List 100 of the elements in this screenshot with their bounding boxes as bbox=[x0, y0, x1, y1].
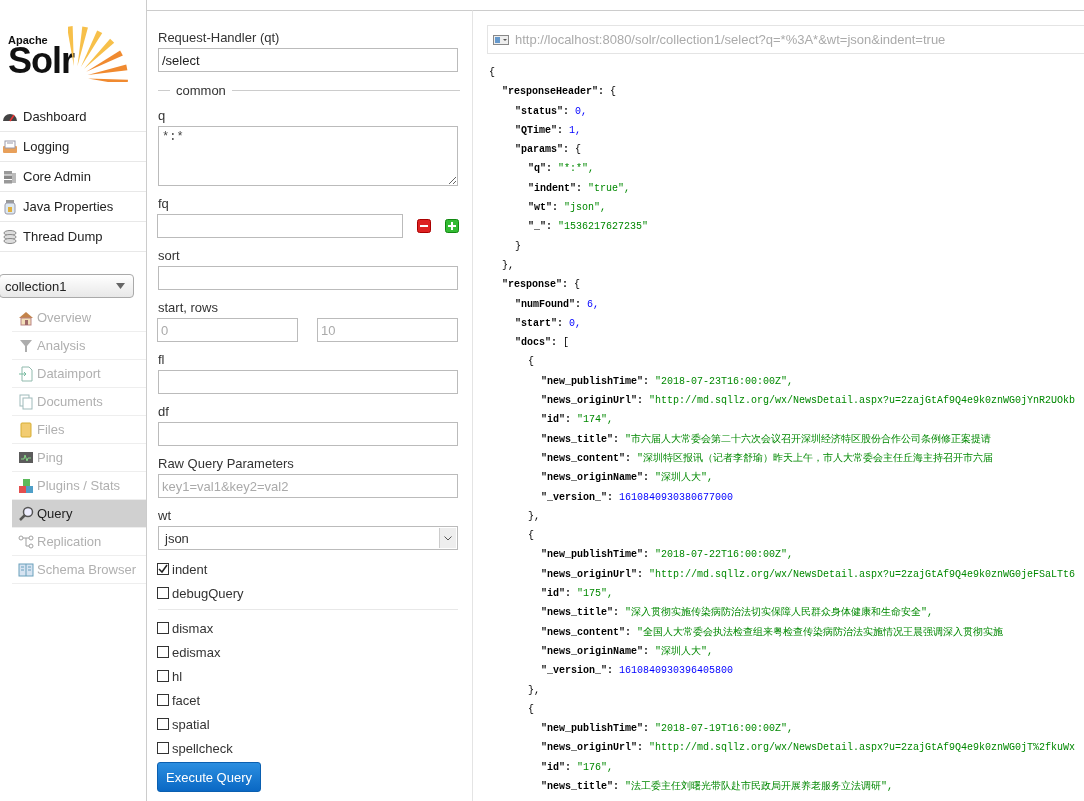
request-url: http://localhost:8080/solr/collection1/select?q=*%3A*&wt=json&indent=true bbox=[515, 32, 946, 47]
checkbox[interactable] bbox=[157, 694, 169, 706]
json-line: "news_originName": "深圳人大", bbox=[540, 470, 715, 486]
nav-link[interactable]: Logging bbox=[0, 132, 146, 162]
menu-label: Ping bbox=[37, 450, 64, 465]
field-label: df bbox=[158, 404, 170, 419]
server-icon bbox=[2, 168, 18, 185]
house-icon bbox=[18, 309, 34, 326]
json-line: { bbox=[489, 66, 496, 80]
jar-icon bbox=[2, 198, 18, 215]
minus-icon[interactable] bbox=[417, 219, 431, 233]
menu-label: Overview bbox=[37, 310, 92, 325]
input-field[interactable] bbox=[158, 422, 458, 446]
nav-label: Dashboard bbox=[23, 109, 87, 124]
logo-subtitle: Apache bbox=[8, 34, 49, 46]
json-line: }, bbox=[501, 258, 515, 273]
window-icon bbox=[493, 34, 509, 45]
format-select[interactable]: json bbox=[158, 526, 458, 550]
nav-link[interactable]: Java Properties bbox=[0, 192, 146, 222]
checkbox-label: debugQuery bbox=[172, 585, 244, 601]
nav-link[interactable]: Thread Dump bbox=[0, 222, 146, 252]
input-field[interactable] bbox=[158, 266, 458, 290]
json-line: { bbox=[527, 702, 535, 717]
json-line: } bbox=[514, 239, 522, 254]
json-line: "news_title": "法工委主任刘曙光带队赴市民政局开展养老服务立法调研", bbox=[540, 779, 895, 794]
plus-icon[interactable] bbox=[445, 219, 459, 233]
json-line: "params": { bbox=[514, 143, 583, 158]
checkbox-label: hl bbox=[172, 668, 183, 684]
json-line: "news_content": "全国人大常委会执法检查组来粤检查传染病防治法实施情况王晨强调深入贯彻实施 bbox=[540, 625, 1005, 640]
input-field[interactable] bbox=[157, 214, 403, 238]
nav-label: Thread Dump bbox=[23, 229, 103, 244]
json-line: "id": "176", bbox=[540, 760, 615, 775]
checkbox-label: edismax bbox=[172, 644, 221, 660]
menu-label: Analysis bbox=[37, 338, 86, 353]
json-line: { bbox=[527, 355, 535, 370]
funnel-icon bbox=[18, 337, 34, 354]
checkbox[interactable] bbox=[157, 622, 169, 634]
field-label: q bbox=[158, 108, 167, 123]
json-line: "news_title": "市六届人大常委会第二十六次会议召开深圳经济特区股份合作公司条例修正案提请 bbox=[540, 432, 993, 447]
documents-icon bbox=[18, 393, 34, 410]
json-line: "_": "1536217627235" bbox=[527, 220, 650, 235]
field-label: fl bbox=[158, 352, 166, 367]
checkbox[interactable] bbox=[157, 742, 169, 754]
json-line: "news_originName": "深圳人大", bbox=[540, 644, 715, 659]
checkbox-label: facet bbox=[172, 692, 201, 708]
input-field[interactable]: /select bbox=[158, 48, 458, 72]
json-line: "news_content": "深圳特区报讯（记者李舒瑜）昨天上午，市人大常委会主任丘海主持召开市六届 bbox=[540, 451, 995, 466]
json-line: "news_title": "深入贯彻实施传染病防治法切实保障人民群众身体健康和生命安全", bbox=[540, 605, 935, 621]
book-icon bbox=[18, 561, 34, 578]
json-line: "id": "175", bbox=[540, 587, 615, 601]
json-line: "news_originUrl": "http://md.sqllz.org/wx/NewsDetail.aspx?u=2zajGtAf9Q4e9k0znWG0jeFSaLTt6 bbox=[540, 567, 1077, 582]
core-menu-item[interactable]: Query bbox=[12, 500, 146, 528]
json-line: "id": "174", bbox=[540, 413, 615, 428]
input-field[interactable]: 0 bbox=[157, 318, 298, 342]
query-textarea[interactable]: *:* bbox=[158, 126, 458, 186]
chevron-icon bbox=[444, 535, 452, 541]
menu-label: Query bbox=[37, 506, 73, 521]
checkbox-label: dismax bbox=[172, 620, 214, 636]
json-line: "docs": [ bbox=[514, 336, 571, 351]
field-label: wt bbox=[158, 508, 172, 523]
request-url-bar[interactable]: http://localhost:8080/solr/collection1/select?q=*%3A*&wt=json&indent=true bbox=[487, 25, 1084, 54]
checkbox-label: spellcheck bbox=[172, 740, 233, 756]
menu-label: Documents bbox=[37, 394, 103, 409]
json-line: "new_publishTime": "2018-07-22T16:00:00Z", bbox=[540, 548, 795, 563]
input-field[interactable] bbox=[158, 370, 458, 394]
check-icon bbox=[158, 564, 168, 574]
logo-title: Solr bbox=[8, 46, 74, 76]
json-line: "_version_": 1610840930380677000 bbox=[540, 490, 735, 505]
json-line: "numFound": 6, bbox=[514, 297, 601, 312]
menu-label: Plugins / Stats bbox=[37, 478, 121, 493]
core-selector[interactable]: collection1 bbox=[0, 274, 134, 298]
execute-query-button[interactable]: Execute Query bbox=[157, 762, 261, 792]
folder-icon bbox=[18, 421, 34, 438]
checkbox[interactable] bbox=[157, 563, 169, 575]
nav-link[interactable]: Dashboard bbox=[0, 102, 146, 132]
json-line: "response": { bbox=[501, 278, 582, 293]
json-line: "new_publishTime": "2018-07-19T16:00:00Z", bbox=[540, 722, 795, 737]
nav-link[interactable]: Core Admin bbox=[0, 162, 146, 192]
section-title: common bbox=[176, 83, 226, 98]
json-line: "new_publishTime": "2018-07-23T16:00:00Z", bbox=[540, 374, 795, 389]
checkbox-label: indent bbox=[172, 561, 208, 577]
checkbox[interactable] bbox=[157, 646, 169, 658]
search-icon bbox=[18, 505, 34, 522]
json-line: "_version_": 1610840930396405800 bbox=[540, 664, 735, 679]
checkbox[interactable] bbox=[157, 718, 169, 730]
menu-label: Files bbox=[37, 422, 65, 437]
input-field[interactable]: 10 bbox=[317, 318, 458, 342]
json-line: "news_originUrl": "http://md.sqllz.org/wx/NewsDetail.aspx?u=2zajGtAf9Q4e9k0znWG0jT%2fkuWx bbox=[540, 741, 1077, 756]
json-line: "indent": "true", bbox=[527, 181, 632, 196]
input-field[interactable]: key1=val1&key2=val2 bbox=[158, 474, 458, 498]
menu-label: Schema Browser bbox=[37, 562, 136, 577]
json-line: "wt": "json", bbox=[527, 201, 608, 216]
document-icon bbox=[18, 365, 34, 382]
nav-label: Logging bbox=[23, 139, 70, 154]
checkbox[interactable] bbox=[157, 670, 169, 682]
json-line: }, bbox=[527, 683, 541, 698]
json-line: "status": 0, bbox=[514, 104, 589, 119]
checkbox[interactable] bbox=[157, 587, 169, 599]
field-label: fq bbox=[158, 196, 170, 211]
json-line: { bbox=[527, 529, 535, 544]
